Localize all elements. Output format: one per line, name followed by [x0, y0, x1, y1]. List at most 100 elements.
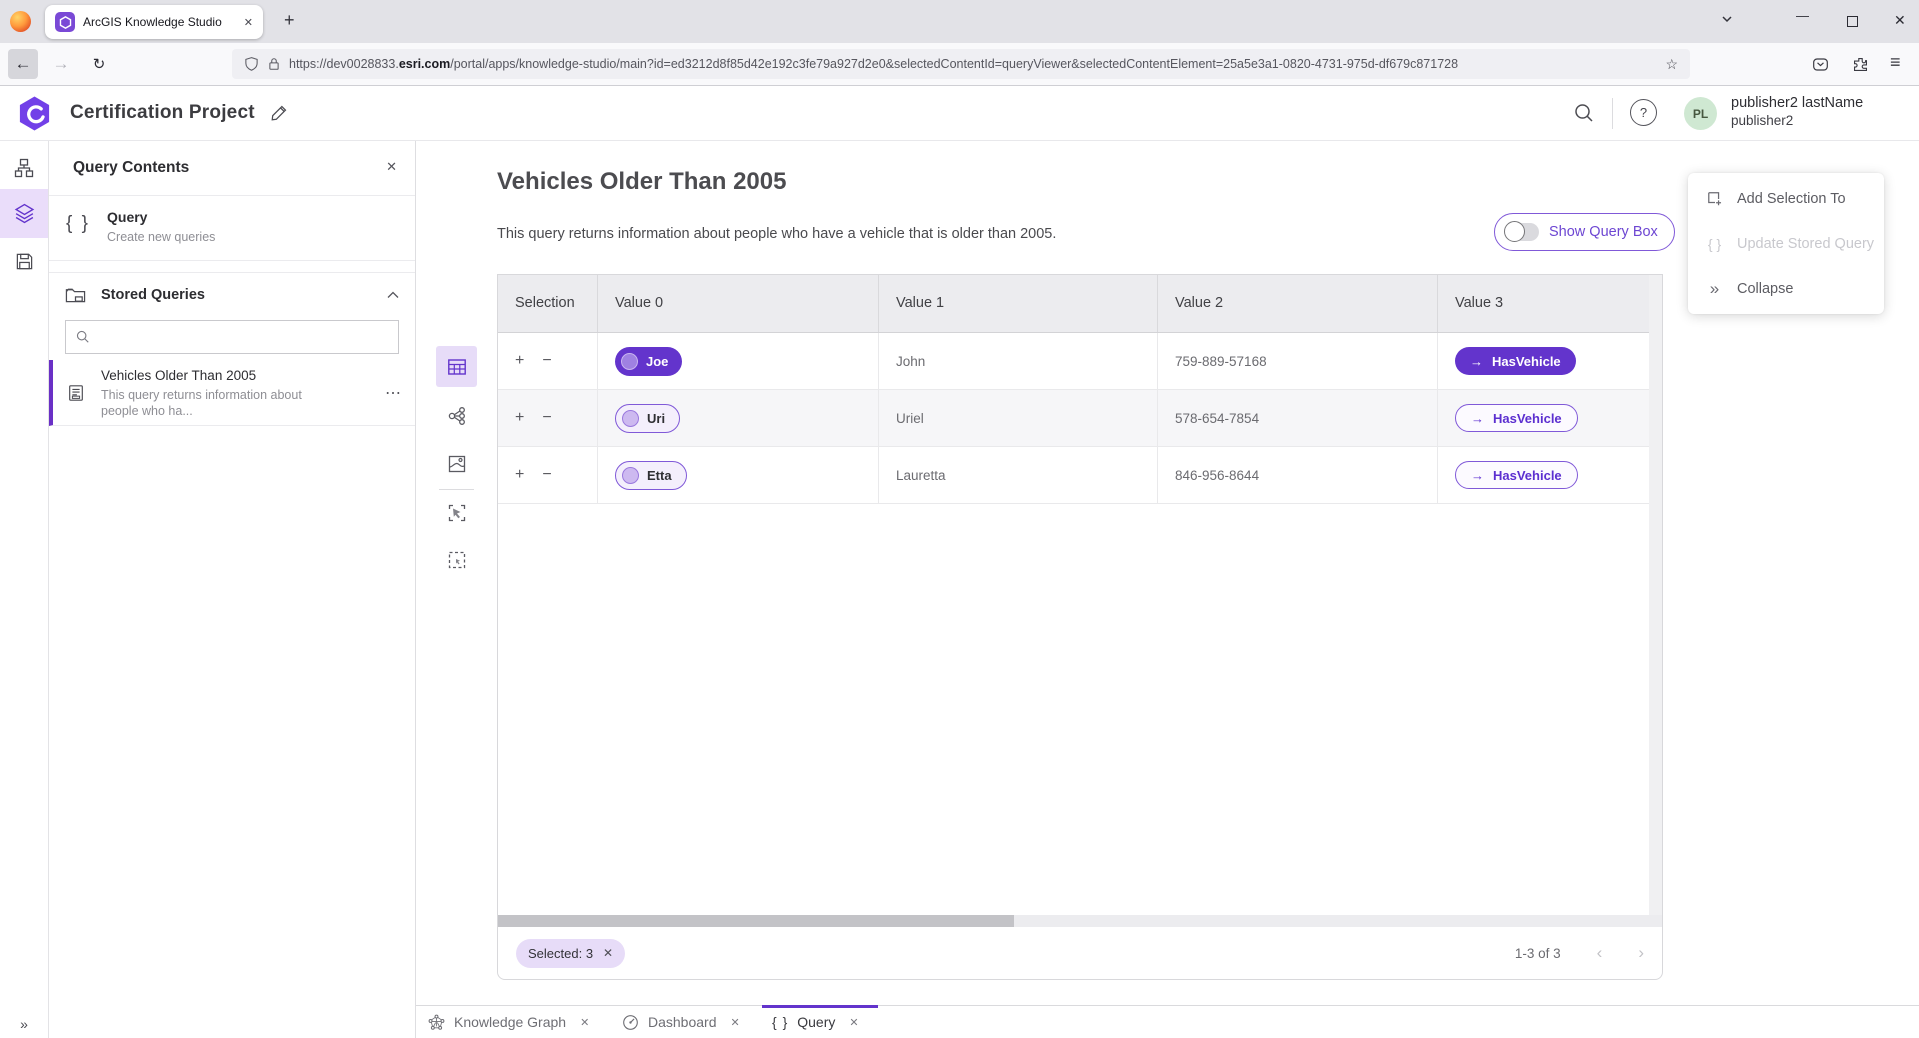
value-cell: 759-889-57168	[1158, 333, 1438, 389]
menu-item-label: Collapse	[1737, 281, 1793, 297]
search-icon	[76, 330, 90, 344]
lock-icon[interactable]	[268, 57, 280, 71]
tab-query[interactable]: { } Query ✕	[772, 1006, 859, 1038]
remove-from-selection-button[interactable]: −	[542, 352, 551, 370]
stored-queries-search[interactable]	[65, 320, 399, 354]
table-view-icon[interactable]	[436, 346, 477, 387]
sidebar-item-hierarchy-icon[interactable]	[0, 143, 48, 192]
window-maximize-button[interactable]	[1847, 16, 1858, 27]
panel-close-icon[interactable]: ✕	[386, 159, 397, 175]
sidebar-item-save-icon[interactable]	[0, 237, 48, 286]
results-table: Selection Value 0 Value 1 Value 2 Value …	[497, 274, 1663, 980]
relationship-pill[interactable]: →HasVehicle	[1455, 461, 1578, 489]
stored-queries-header[interactable]: Stored Queries	[49, 273, 415, 318]
panel-header: Query Contents ✕	[49, 141, 415, 196]
help-icon[interactable]: ?	[1630, 99, 1657, 126]
toggle-track	[1505, 223, 1539, 241]
avatar[interactable]: PL	[1684, 97, 1717, 130]
tab-label: Knowledge Graph	[454, 1014, 566, 1030]
tracking-protection-icon[interactable]	[244, 56, 259, 72]
value-cell: 846-956-8644	[1158, 447, 1438, 503]
pocket-icon[interactable]	[1812, 56, 1829, 73]
remove-from-selection-button[interactable]: −	[542, 409, 551, 427]
reload-button[interactable]: ↻	[84, 49, 114, 79]
table-row: + − Joe John 759-889-57168 →HasVehicle	[498, 333, 1662, 390]
bookmark-star-icon[interactable]: ☆	[1665, 56, 1678, 73]
sidebar-item-contents-icon[interactable]	[0, 189, 48, 238]
link-chart-view-icon[interactable]	[436, 395, 477, 436]
column-header: Selection	[498, 275, 598, 332]
back-button[interactable]: ←	[8, 49, 38, 79]
stored-query-item[interactable]: Vehicles Older Than 2005 This query retu…	[49, 360, 415, 426]
tab-close-icon[interactable]: ✕	[580, 1016, 589, 1029]
user-subtitle: publisher2	[1731, 113, 1793, 128]
entity-dot-icon	[621, 353, 638, 370]
add-to-selection-button[interactable]: +	[515, 409, 524, 427]
tab-close-icon[interactable]: ✕	[731, 1016, 740, 1029]
url-bar[interactable]: https://dev0028833.esri.com/portal/apps/…	[232, 49, 1690, 79]
query-item[interactable]: { } Query Create new queries	[49, 196, 415, 261]
menu-item-add-selection-to[interactable]: Add Selection To	[1688, 176, 1884, 221]
knowledge-graph-icon	[428, 1014, 445, 1031]
project-title: Certification Project	[70, 102, 255, 124]
tab-knowledge-graph[interactable]: Knowledge Graph ✕	[428, 1006, 589, 1038]
add-to-selection-button[interactable]: +	[515, 466, 524, 484]
value-cell: 578-654-7854	[1158, 390, 1438, 446]
relationship-cell: →HasVehicle	[1438, 390, 1662, 446]
query-contents-panel: Query Contents ✕ { } Query Create new qu…	[49, 141, 416, 1038]
forward-button[interactable]: →	[46, 49, 76, 79]
add-to-selection-button[interactable]: +	[515, 352, 524, 370]
selected-count-chip[interactable]: Selected: 3 ✕	[516, 939, 625, 968]
search-icon[interactable]	[1572, 101, 1596, 125]
query-item-subtitle: Create new queries	[107, 230, 215, 244]
relationship-pill[interactable]: →HasVehicle	[1455, 404, 1578, 432]
entity-pill[interactable]: Uri	[615, 404, 680, 433]
toggle-label: Show Query Box	[1549, 224, 1658, 240]
left-rail: »	[0, 141, 49, 1038]
app-logo	[16, 95, 53, 132]
column-header: Value 3	[1438, 275, 1662, 332]
window-close-button[interactable]: ✕	[1894, 12, 1906, 29]
remove-from-selection-button[interactable]: −	[542, 466, 551, 484]
expand-rail-button[interactable]: »	[0, 1016, 48, 1032]
tab-title: ArcGIS Knowledge Studio	[83, 15, 236, 29]
tab-label: Dashboard	[648, 1014, 717, 1030]
marquee-select-icon[interactable]	[436, 539, 477, 580]
item-options-icon[interactable]: ⋯	[385, 383, 401, 403]
edit-project-icon[interactable]	[270, 104, 288, 122]
tab-dashboard[interactable]: Dashboard ✕	[622, 1006, 740, 1038]
page-title: Vehicles Older Than 2005	[497, 168, 786, 196]
map-view-icon[interactable]	[436, 443, 477, 484]
firefox-view-button[interactable]	[10, 11, 31, 32]
relationship-cell: →HasVehicle	[1438, 333, 1662, 389]
selection-tool-icon[interactable]	[436, 492, 477, 533]
window-minimize-button[interactable]: —	[1796, 8, 1809, 23]
add-selection-icon	[1705, 191, 1724, 207]
extensions-icon[interactable]	[1852, 56, 1869, 73]
table-footer: Selected: 3 ✕ 1-3 of 3 ‹ ›	[498, 927, 1662, 979]
tab-close-icon[interactable]: ✕	[244, 16, 253, 29]
menu-item-label: Add Selection To	[1737, 191, 1846, 207]
tab-close-icon[interactable]: ✕	[849, 1016, 858, 1029]
query-item-title: Query	[107, 209, 147, 225]
double-chevron-right-icon: »	[1705, 279, 1724, 299]
list-all-tabs-icon[interactable]	[1720, 12, 1734, 26]
show-query-box-toggle[interactable]: Show Query Box	[1494, 213, 1675, 251]
prev-page-button[interactable]: ‹	[1597, 943, 1603, 963]
table-row: + − Uri Uriel 578-654-7854 →HasVehicle	[498, 390, 1662, 447]
stored-queries-search-input[interactable]	[98, 330, 388, 345]
new-tab-button[interactable]: +	[284, 10, 295, 31]
menu-button[interactable]: ≡	[1890, 52, 1901, 73]
user-name: publisher2 lastName	[1731, 95, 1863, 111]
entity-dot-icon	[622, 410, 639, 427]
relationship-pill[interactable]: →HasVehicle	[1455, 347, 1576, 375]
chevron-up-icon[interactable]	[387, 291, 399, 299]
entity-pill[interactable]: Etta	[615, 461, 687, 490]
next-page-button[interactable]: ›	[1638, 943, 1644, 963]
value-cell: John	[879, 333, 1158, 389]
vertical-scrollbar[interactable]	[1649, 275, 1662, 915]
clear-selection-icon[interactable]: ✕	[603, 946, 613, 960]
browser-tab[interactable]: ArcGIS Knowledge Studio ✕	[45, 5, 263, 39]
entity-pill[interactable]: Joe	[615, 347, 682, 376]
menu-item-collapse[interactable]: » Collapse	[1688, 266, 1884, 311]
